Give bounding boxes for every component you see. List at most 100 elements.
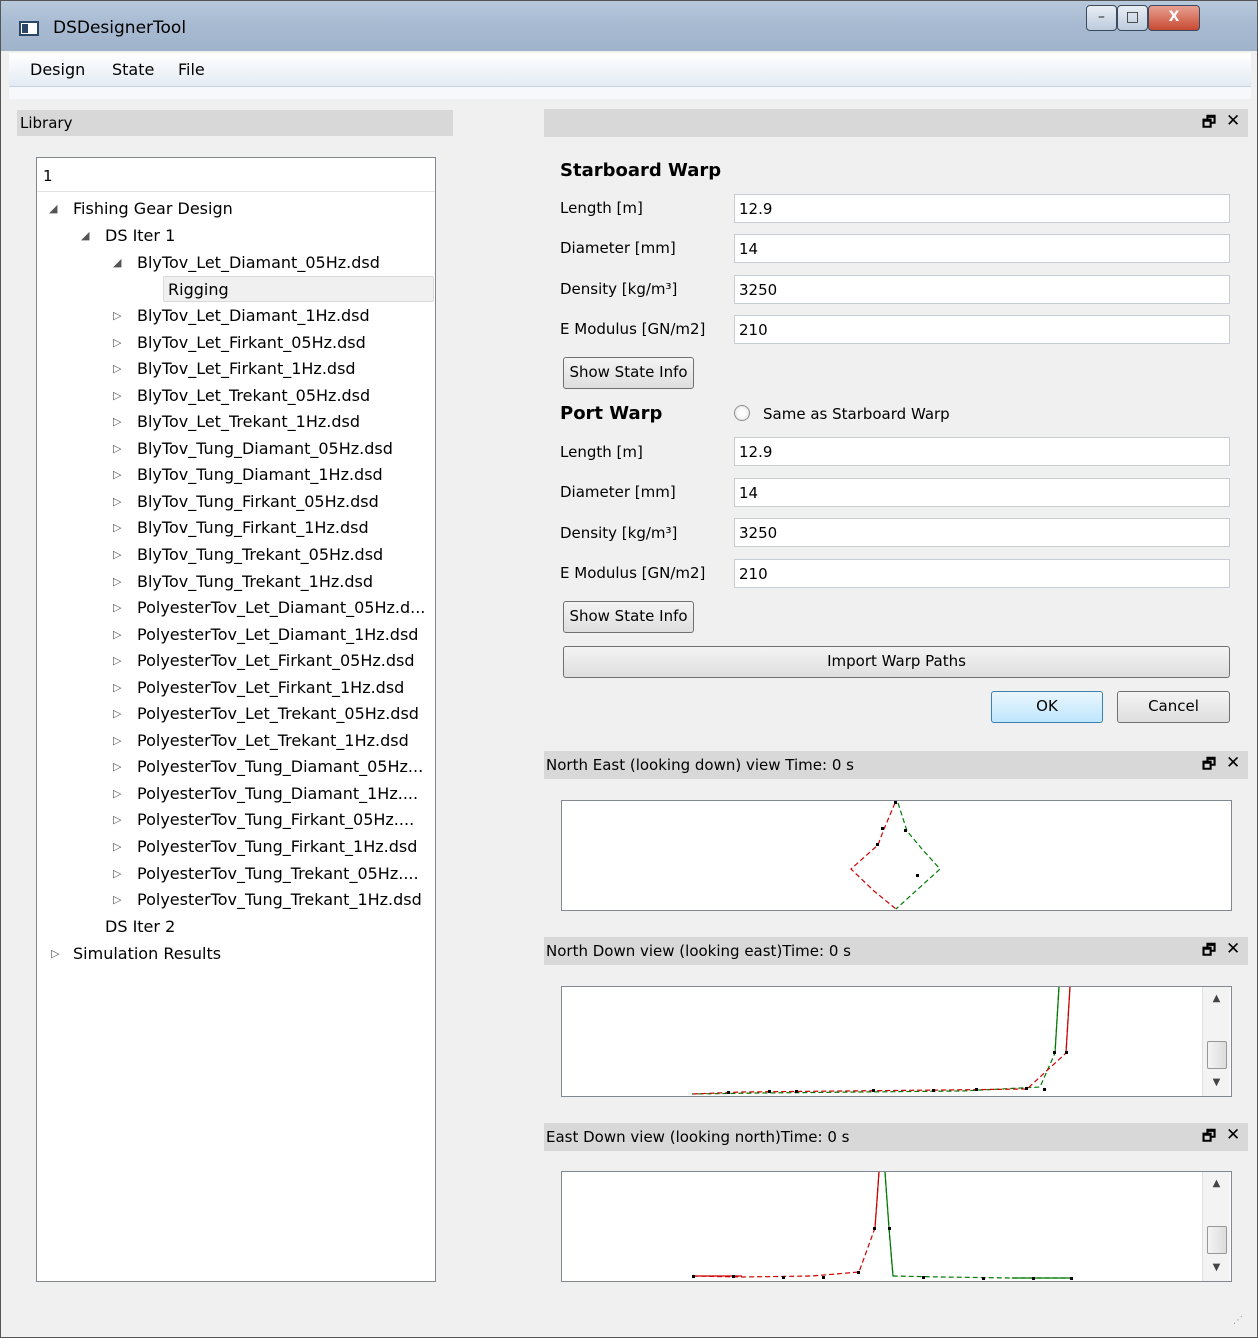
ne-view-plot[interactable] — [561, 800, 1232, 911]
collapsed-arrow-icon[interactable]: ▷ — [113, 521, 121, 534]
tree-item-file[interactable]: ▷ PolyesterTov_Let_Diamant_1Hz.dsd — [37, 622, 435, 648]
tree-item-file[interactable]: ▷ BlyTov_Let_Trekant_05Hz.dsd — [37, 383, 435, 409]
starboard-emodulus-input[interactable] — [734, 315, 1230, 344]
expanded-arrow-icon[interactable]: ◢ — [49, 202, 57, 215]
collapsed-arrow-icon[interactable]: ▷ — [113, 707, 121, 720]
scroll-up-arrow-icon[interactable]: ▲ — [1203, 1174, 1230, 1194]
close-icon[interactable]: ✕ — [1226, 939, 1240, 959]
collapsed-arrow-icon[interactable]: ▷ — [113, 468, 121, 481]
import-warp-paths-button[interactable]: Import Warp Paths — [563, 646, 1230, 678]
tree-item-file[interactable]: ▷ BlyTov_Tung_Firkant_1Hz.dsd — [37, 515, 435, 541]
tree-item-file[interactable]: ▷ PolyesterTov_Tung_Diamant_1Hz.... — [37, 781, 435, 807]
tree-item-file[interactable]: ▷ BlyTov_Tung_Firkant_05Hz.dsd — [37, 489, 435, 515]
collapsed-arrow-icon[interactable]: ▷ — [113, 548, 121, 561]
collapsed-arrow-icon[interactable]: ▷ — [113, 840, 121, 853]
tree-item-simulation-results[interactable]: ▷ Simulation Results — [37, 941, 435, 967]
tree-item-label: BlyTov_Tung_Trekant_1Hz.dsd — [137, 571, 374, 591]
collapsed-arrow-icon[interactable]: ▷ — [113, 575, 121, 588]
scroll-down-arrow-icon[interactable]: ▼ — [1203, 1258, 1230, 1278]
library-tree[interactable]: 1 ◢ Fishing Gear Design ◢ DS Iter 1 ◢ Bl… — [36, 157, 436, 1282]
starboard-show-state-info-button[interactable]: Show State Info — [563, 357, 694, 389]
tree-item-file[interactable]: ▷ PolyesterTov_Let_Firkant_1Hz.dsd — [37, 675, 435, 701]
collapsed-arrow-icon[interactable]: ▷ — [113, 628, 121, 641]
close-icon[interactable]: ✕ — [1226, 753, 1240, 773]
minimize-button[interactable]: – — [1086, 5, 1117, 31]
tree-item-file[interactable]: ▷ BlyTov_Tung_Trekant_05Hz.dsd — [37, 542, 435, 568]
starboard-diameter-input[interactable] — [734, 234, 1230, 263]
scroll-thumb[interactable] — [1207, 1226, 1227, 1254]
tree-item-file[interactable]: ▷ BlyTov_Tung_Trekant_1Hz.dsd — [37, 569, 435, 595]
collapsed-arrow-icon[interactable]: ▷ — [113, 893, 121, 906]
collapsed-arrow-icon[interactable]: ▷ — [113, 601, 121, 614]
same-as-starboard-radio[interactable] — [734, 405, 750, 421]
collapsed-arrow-icon[interactable]: ▷ — [113, 867, 121, 880]
cancel-button[interactable]: Cancel — [1117, 691, 1230, 723]
tree-item-ds-iter-2[interactable]: DS Iter 2 — [37, 914, 435, 940]
tree-item-file[interactable]: ▷ BlyTov_Tung_Diamant_05Hz.dsd — [37, 436, 435, 462]
tree-item-file[interactable]: ▷ BlyTov_Let_Diamant_1Hz.dsd — [37, 303, 435, 329]
collapsed-arrow-icon[interactable]: ▷ — [113, 389, 121, 402]
port-density-input[interactable] — [734, 518, 1230, 547]
collapsed-arrow-icon[interactable]: ▷ — [51, 947, 59, 960]
expanded-arrow-icon[interactable]: ◢ — [113, 256, 121, 269]
tree-item-file[interactable]: ▷ PolyesterTov_Let_Trekant_05Hz.dsd — [37, 701, 435, 727]
collapsed-arrow-icon[interactable]: ▷ — [113, 813, 121, 826]
tree-item-file[interactable]: ▷ PolyesterTov_Let_Diamant_05Hz.d... — [37, 595, 435, 621]
tree-item-file[interactable]: ▷ BlyTov_Tung_Diamant_1Hz.dsd — [37, 462, 435, 488]
collapsed-arrow-icon[interactable]: ▷ — [113, 309, 121, 322]
collapsed-arrow-icon[interactable]: ▷ — [113, 442, 121, 455]
collapsed-arrow-icon[interactable]: ▷ — [113, 336, 121, 349]
menu-design[interactable]: Design — [30, 60, 85, 79]
scroll-thumb[interactable] — [1207, 1041, 1227, 1069]
port-length-input[interactable] — [734, 437, 1230, 466]
collapsed-arrow-icon[interactable]: ▷ — [113, 734, 121, 747]
collapsed-arrow-icon[interactable]: ▷ — [113, 495, 121, 508]
maximize-button[interactable]: □ — [1117, 5, 1148, 31]
collapsed-arrow-icon[interactable]: ▷ — [113, 760, 121, 773]
tree-item-file[interactable]: ▷ PolyesterTov_Tung_Firkant_05Hz.... — [37, 807, 435, 833]
float-icon[interactable]: 🗗 — [1202, 112, 1216, 137]
tree-item-file[interactable]: ▷ PolyesterTov_Tung_Trekant_1Hz.dsd — [37, 887, 435, 913]
ok-button[interactable]: OK — [991, 691, 1103, 723]
tree-item-file[interactable]: ▷ PolyesterTov_Tung_Diamant_05Hz... — [37, 754, 435, 780]
tree-item-file[interactable]: ▷ BlyTov_Let_Trekant_1Hz.dsd — [37, 409, 435, 435]
collapsed-arrow-icon[interactable]: ▷ — [113, 681, 121, 694]
tree-item-file[interactable]: ▷ BlyTov_Let_Firkant_05Hz.dsd — [37, 330, 435, 356]
float-icon[interactable]: 🗗 — [1202, 940, 1216, 965]
tree-item-rigging[interactable]: Rigging — [163, 276, 434, 302]
tree-item-ds-iter-1[interactable]: ◢ DS Iter 1 — [37, 223, 435, 249]
ed-view-scrollbar[interactable]: ▲ ▼ — [1202, 1172, 1230, 1281]
collapsed-arrow-icon[interactable]: ▷ — [113, 787, 121, 800]
expanded-arrow-icon[interactable]: ◢ — [81, 229, 89, 242]
scroll-up-arrow-icon[interactable]: ▲ — [1203, 989, 1230, 1009]
scroll-down-arrow-icon[interactable]: ▼ — [1203, 1073, 1230, 1093]
collapsed-arrow-icon[interactable]: ▷ — [113, 362, 121, 375]
tree-item-file[interactable]: ▷ PolyesterTov_Tung_Trekant_05Hz.... — [37, 861, 435, 887]
float-icon[interactable]: 🗗 — [1202, 754, 1216, 779]
ed-view-plot[interactable]: ▲ ▼ — [561, 1171, 1232, 1282]
tree-item-file[interactable]: ▷ BlyTov_Let_Firkant_1Hz.dsd — [37, 356, 435, 382]
port-show-state-info-button[interactable]: Show State Info — [563, 601, 694, 633]
close-window-button[interactable]: X — [1148, 5, 1200, 31]
menu-file[interactable]: File — [178, 60, 205, 79]
tree-item-file[interactable]: ▷ PolyesterTov_Let_Firkant_05Hz.dsd — [37, 648, 435, 674]
tree-item-expanded-file[interactable]: ◢ BlyTov_Let_Diamant_05Hz.dsd — [37, 250, 435, 276]
collapsed-arrow-icon[interactable]: ▷ — [113, 654, 121, 667]
menu-state[interactable]: State — [112, 60, 154, 79]
nd-view-plot[interactable]: ▲ ▼ — [561, 986, 1232, 1097]
starboard-length-input[interactable] — [734, 194, 1230, 223]
collapsed-arrow-icon[interactable]: ▷ — [113, 415, 121, 428]
resize-grip-icon[interactable]: ⋰ — [1233, 1315, 1243, 1326]
port-diameter-input[interactable] — [734, 478, 1230, 507]
same-as-starboard-label[interactable]: Same as Starboard Warp — [763, 405, 950, 423]
nd-view-scrollbar[interactable]: ▲ ▼ — [1202, 987, 1230, 1096]
starboard-density-input[interactable] — [734, 275, 1230, 304]
close-icon[interactable]: ✕ — [1226, 1125, 1240, 1145]
close-icon[interactable]: ✕ — [1226, 111, 1240, 131]
port-emodulus-input[interactable] — [734, 559, 1230, 588]
tree-item-file[interactable]: ▷ PolyesterTov_Let_Trekant_1Hz.dsd — [37, 728, 435, 754]
tree-item-fishing-gear-design[interactable]: ◢ Fishing Gear Design — [37, 196, 435, 222]
tree-item-file[interactable]: ▷ PolyesterTov_Tung_Firkant_1Hz.dsd — [37, 834, 435, 860]
float-icon[interactable]: 🗗 — [1202, 1126, 1216, 1151]
tree-header[interactable]: 1 — [37, 158, 435, 192]
